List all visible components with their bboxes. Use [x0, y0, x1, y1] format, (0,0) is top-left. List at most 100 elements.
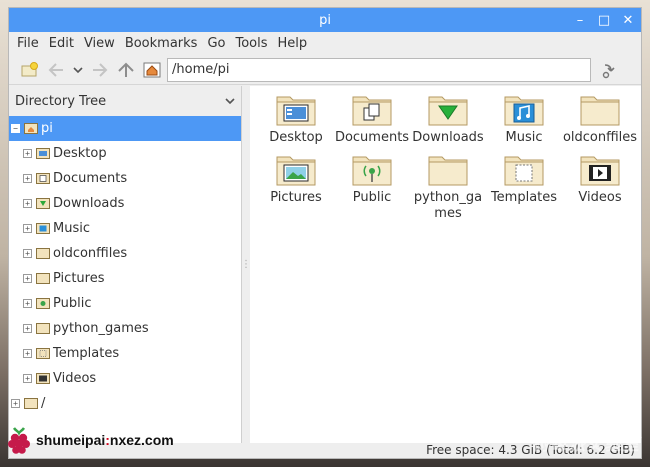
- music-folder-icon: [36, 223, 50, 234]
- expand-icon[interactable]: +: [23, 349, 32, 358]
- folder-icon: [24, 398, 38, 409]
- expand-icon[interactable]: +: [23, 174, 32, 183]
- expand-icon[interactable]: +: [23, 299, 32, 308]
- tree-item-documents[interactable]: + Documents: [9, 166, 241, 191]
- maximize-icon[interactable]: □: [597, 13, 611, 27]
- minimize-icon[interactable]: –: [573, 13, 587, 27]
- close-icon[interactable]: ✕: [621, 13, 635, 27]
- menu-edit[interactable]: Edit: [47, 36, 80, 51]
- videos-folder-icon: [580, 156, 620, 186]
- watermark-site-name: shumeipai: [36, 432, 106, 448]
- file-item-pictures[interactable]: Pictures: [258, 152, 334, 222]
- tree-item-videos[interactable]: + Videos: [9, 366, 241, 391]
- file-item-templates[interactable]: Templates: [486, 152, 562, 222]
- expand-icon[interactable]: +: [23, 224, 32, 233]
- music-folder-icon: [504, 96, 544, 126]
- folder-icon: [428, 156, 468, 186]
- desktop-folder-icon: [36, 148, 50, 159]
- home-icon: [143, 62, 161, 77]
- up-arrow-icon: [118, 62, 134, 77]
- pane-splitter[interactable]: ⋮: [241, 86, 251, 443]
- expand-icon[interactable]: +: [23, 249, 32, 258]
- folder-icon: [36, 248, 50, 259]
- tree-item-label: Music: [53, 221, 90, 236]
- file-item-label: Downloads: [412, 130, 484, 145]
- menu-tools[interactable]: Tools: [233, 36, 273, 51]
- tree-item-desktop[interactable]: + Desktop: [9, 141, 241, 166]
- forward-button[interactable]: [87, 58, 113, 82]
- menu-file[interactable]: File: [15, 36, 45, 51]
- public-folder-icon: [352, 156, 392, 186]
- file-manager-window: pi – □ ✕ File Edit View Bookmarks Go Too…: [8, 7, 642, 459]
- title-bar[interactable]: pi – □ ✕: [9, 8, 641, 32]
- home-button[interactable]: [139, 58, 165, 82]
- main-area: Directory Tree − pi + Desktop + Document…: [9, 86, 641, 443]
- downloads-folder-icon: [36, 198, 50, 209]
- path-text: /home/pi: [172, 62, 230, 77]
- downloads-folder-icon: [428, 96, 468, 126]
- menu-help[interactable]: Help: [276, 36, 314, 51]
- file-item-label: Desktop: [269, 130, 323, 145]
- chevron-down-icon: [225, 98, 235, 105]
- up-button[interactable]: [113, 58, 139, 82]
- directory-tree: − pi + Desktop + Documents + Downloads +…: [9, 116, 241, 416]
- file-item-label: Public: [352, 190, 392, 205]
- expand-icon[interactable]: +: [23, 324, 32, 333]
- window-title: pi: [319, 12, 331, 28]
- file-item-label: Templates: [490, 190, 558, 205]
- file-item-public[interactable]: Public: [334, 152, 410, 222]
- templates-folder-icon: [36, 348, 50, 359]
- menu-view[interactable]: View: [82, 36, 121, 51]
- tree-item-python-games[interactable]: + python_games: [9, 316, 241, 341]
- expand-icon[interactable]: +: [11, 399, 20, 408]
- file-item-music[interactable]: Music: [486, 92, 562, 146]
- tree-item-oldconffiles[interactable]: + oldconffiles: [9, 241, 241, 266]
- watermark-site: shumeipai:nxez.com: [36, 432, 174, 448]
- window-controls: – □ ✕: [573, 8, 635, 32]
- watermark-text: 树莓派实验室: [532, 435, 640, 455]
- file-item-documents[interactable]: Documents: [334, 92, 410, 146]
- tree-item-label: Pictures: [53, 271, 105, 286]
- home-folder-icon: [24, 123, 38, 134]
- expand-icon[interactable]: +: [23, 199, 32, 208]
- go-button[interactable]: [595, 58, 621, 82]
- tree-item-downloads[interactable]: + Downloads: [9, 191, 241, 216]
- menu-go[interactable]: Go: [205, 36, 231, 51]
- tree-item-root[interactable]: + /: [9, 391, 241, 416]
- sidebar: Directory Tree − pi + Desktop + Document…: [9, 86, 242, 443]
- sidebar-header[interactable]: Directory Tree: [9, 86, 241, 116]
- raspberry-icon: [8, 427, 30, 454]
- expand-icon[interactable]: +: [23, 374, 32, 383]
- jump-icon: [602, 63, 615, 78]
- menu-bookmarks[interactable]: Bookmarks: [123, 36, 204, 51]
- tree-item-label: oldconffiles: [53, 246, 128, 261]
- expand-icon[interactable]: +: [23, 149, 32, 158]
- folder-icon: [36, 273, 50, 284]
- watermark-site-domain: nxez.com: [109, 432, 174, 448]
- file-item-label: Pictures: [270, 190, 322, 205]
- tree-item-label: python_games: [53, 321, 149, 336]
- file-item-oldconffiles[interactable]: oldconffiles: [562, 92, 638, 146]
- desktop-folder-icon: [276, 96, 316, 126]
- expand-icon[interactable]: +: [23, 274, 32, 283]
- file-item-videos[interactable]: Videos: [562, 152, 638, 222]
- tree-item-label: Documents: [53, 171, 128, 186]
- file-item-downloads[interactable]: Downloads: [410, 92, 486, 146]
- tree-item-public[interactable]: + Public: [9, 291, 241, 316]
- back-button[interactable]: [43, 58, 69, 82]
- tree-item-pi[interactable]: − pi: [9, 116, 241, 141]
- tree-item-music[interactable]: + Music: [9, 216, 241, 241]
- watermark-logo: shumeipai:nxez.com: [6, 425, 174, 455]
- videos-folder-icon: [36, 373, 50, 384]
- sidebar-title: Directory Tree: [15, 93, 107, 109]
- collapse-icon[interactable]: −: [11, 124, 20, 133]
- new-window-button[interactable]: [17, 58, 43, 82]
- history-dropdown-button[interactable]: [69, 58, 87, 82]
- tree-item-pictures[interactable]: + Pictures: [9, 266, 241, 291]
- file-item-desktop[interactable]: Desktop: [258, 92, 334, 146]
- tree-item-templates[interactable]: + Templates: [9, 341, 241, 366]
- file-item-label: python_games: [413, 190, 483, 221]
- path-input[interactable]: /home/pi: [167, 57, 591, 82]
- file-item-python-games[interactable]: python_games: [410, 152, 486, 222]
- tree-item-label: Videos: [53, 371, 97, 386]
